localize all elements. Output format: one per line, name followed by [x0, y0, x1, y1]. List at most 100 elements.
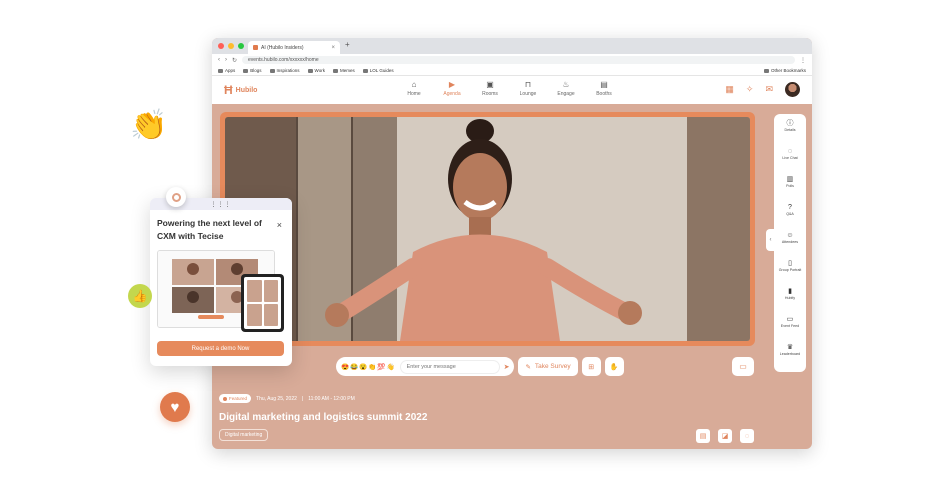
engage-icon: ♨	[562, 80, 570, 89]
emoji-reaction[interactable]: 😂	[350, 363, 358, 371]
video-frame	[220, 112, 755, 346]
emoji-reaction[interactable]: 😮	[359, 363, 367, 371]
reload-icon[interactable]: ↻	[232, 57, 237, 64]
maximize-window-button[interactable]	[238, 43, 244, 49]
add-to-calendar-button[interactable]: ▤	[696, 429, 710, 443]
screen-share-button[interactable]: ▭	[732, 357, 754, 376]
hand-icon: ✋	[609, 363, 619, 371]
tab-close-icon[interactable]: ×	[331, 45, 335, 51]
popup-title: Powering the next level of CXM with Teci…	[157, 218, 262, 241]
emoji-reaction[interactable]: 👏	[368, 363, 376, 371]
session-info: Featured Thu, Aug 25, 2022 | 11:00 AM - …	[219, 394, 427, 441]
main-nav: ⌂ Home ▶ Agenda ▣ Rooms ⊓ Lounge ♨ Engage ▤ Bo…	[402, 80, 616, 97]
trophy-icon: ♛	[786, 344, 794, 351]
url-text: events.hubilo.com/xxxxxx/home	[248, 57, 319, 63]
address-bar-row: ‹ › ↻ events.hubilo.com/xxxxxx/home ⋮	[212, 54, 812, 66]
session-date: Thu, Aug 25, 2022	[256, 395, 297, 402]
close-icon[interactable]: ×	[277, 220, 282, 230]
session-meta: Featured Thu, Aug 25, 2022 | 11:00 AM - …	[219, 394, 427, 403]
calendar-icon[interactable]: ▦	[725, 84, 734, 95]
notification-icon[interactable]: ✧	[746, 84, 754, 95]
bookmark-item[interactable]: Apps	[218, 68, 235, 73]
sidebar-item-hubify[interactable]: ▮ Hubify	[785, 287, 795, 311]
lounge-icon: ⊓	[524, 80, 532, 89]
emoji-reaction[interactable]: 😍	[341, 363, 349, 371]
emoji-reaction-bar: 😍 😂 😮 👏 💯 👋 ➤	[336, 357, 515, 376]
bookmark-item[interactable]: Memes	[332, 68, 355, 73]
right-sidebar: ⓘ Details ◌ Live Chat ▥ Polls ? Q&A ☺ Attende…	[774, 114, 806, 372]
browser-tab-bar: AI (Hubilo Insiders) × +	[212, 38, 812, 54]
booths-icon: ▤	[600, 80, 608, 89]
poll-icon: ▥	[786, 176, 794, 183]
sidebar-item-live-chat[interactable]: ◌ Live Chat	[782, 147, 797, 171]
nav-lounge[interactable]: ⊓ Lounge	[516, 80, 540, 97]
session-tag[interactable]: Digital marketing	[219, 429, 269, 441]
emoji-reaction[interactable]: 👋	[386, 363, 394, 371]
window-controls	[218, 43, 244, 49]
avatar[interactable]	[785, 82, 800, 97]
address-bar[interactable]: events.hubilo.com/xxxxxx/home	[242, 56, 795, 64]
survey-label: Take Survey	[534, 363, 571, 370]
nav-engage[interactable]: ♨ Engage	[554, 80, 578, 97]
nav-home[interactable]: ⌂ Home	[402, 80, 426, 97]
emoji-reaction[interactable]: 💯	[377, 363, 385, 371]
browser-tab[interactable]: AI (Hubilo Insiders) ×	[248, 41, 340, 54]
send-icon[interactable]: ➤	[504, 363, 510, 371]
video-player[interactable]	[225, 117, 750, 341]
bookmark-item[interactable]: Inspirations	[269, 68, 300, 73]
comment-button[interactable]: ◌	[740, 429, 754, 443]
header-actions: ▦ ✧ ✉	[725, 82, 800, 97]
bookmark-button[interactable]: ◪	[718, 429, 732, 443]
stage: 👏 AI (Hubilo Insiders) × + ‹ › ↻ events.…	[0, 0, 936, 490]
tab-title: AI (Hubilo Insiders)	[261, 44, 304, 51]
nav-agenda[interactable]: ▶ Agenda	[440, 80, 464, 97]
mail-icon[interactable]: ✉	[765, 84, 773, 95]
session-title: Digital marketing and logistics summit 2…	[219, 412, 428, 423]
menu-icon[interactable]: ⋮	[800, 57, 806, 64]
comment-icon: ◌	[744, 432, 750, 440]
rooms-icon: ▣	[486, 80, 494, 89]
app-header: Ħ Hubilo ⌂ Home ▶ Agenda ▣ Rooms ⊓ Lounge ♨ E…	[212, 76, 812, 104]
forward-icon[interactable]: ›	[225, 57, 227, 63]
favicon-icon	[253, 45, 258, 50]
minimize-window-button[interactable]	[228, 43, 234, 49]
attendees-icon: ☺	[786, 232, 794, 239]
back-icon[interactable]: ‹	[218, 57, 220, 63]
separator: |	[301, 395, 304, 402]
bookmark-item[interactable]: Blogs	[243, 68, 262, 73]
message-input[interactable]	[399, 359, 500, 374]
document-icon: ▤	[699, 433, 707, 440]
hubilo-logo[interactable]: Ħ Hubilo	[224, 83, 257, 97]
logo-text: Hubilo	[235, 86, 258, 94]
close-window-button[interactable]	[218, 43, 224, 49]
sidebar-item-polls[interactable]: ▥ Polls	[786, 175, 794, 199]
sidebar-item-attendees[interactable]: ☺ Attendees	[782, 231, 798, 255]
heart-icon: ♥	[160, 392, 190, 422]
sidebar-item-group-portrait[interactable]: ▯ Group Portrait	[779, 259, 802, 283]
qa-icon: ?	[788, 204, 792, 211]
promo-popup: ⋮⋮⋮ Powering the next level of CXM with …	[150, 198, 292, 366]
thumbs-up-icon: 👍	[128, 284, 152, 308]
take-survey-button[interactable]: ✎ Take Survey	[518, 357, 578, 376]
raise-hand-button[interactable]: ✋	[604, 357, 624, 376]
home-icon: ⌂	[411, 80, 417, 89]
sidebar-item-details[interactable]: ⓘ Details	[785, 119, 796, 143]
bookmark-item[interactable]: LOL Guides	[362, 68, 394, 73]
chat-icon: ◌	[787, 148, 793, 155]
sidebar-item-qa[interactable]: ? Q&A	[786, 203, 794, 227]
bookmark-item[interactable]: Work	[307, 68, 325, 73]
chat-bar: 😍 😂 😮 👏 💯 👋 ➤ ✎ Take Survey ⊞ ✋	[336, 357, 624, 376]
bookmark-icon: ◪	[721, 433, 729, 440]
request-demo-button[interactable]: Request a demo Now	[157, 341, 284, 356]
sidebar-item-event-feed[interactable]: ▭ Event Feed	[781, 315, 799, 339]
gift-button[interactable]: ⊞	[581, 357, 601, 376]
session-actions: ▤ ◪ ◌	[696, 429, 754, 443]
screen-icon: ▭	[739, 362, 747, 371]
other-bookmarks[interactable]: Other Bookmarks	[763, 68, 806, 73]
new-tab-button[interactable]: +	[345, 40, 350, 49]
popup-pin-icon	[166, 187, 186, 207]
nav-rooms[interactable]: ▣ Rooms	[478, 80, 502, 97]
featured-badge: Featured	[219, 394, 252, 403]
nav-booths[interactable]: ▤ Booths	[592, 80, 616, 97]
sidebar-item-leaderboard[interactable]: ♛ Leaderboard	[780, 343, 800, 367]
